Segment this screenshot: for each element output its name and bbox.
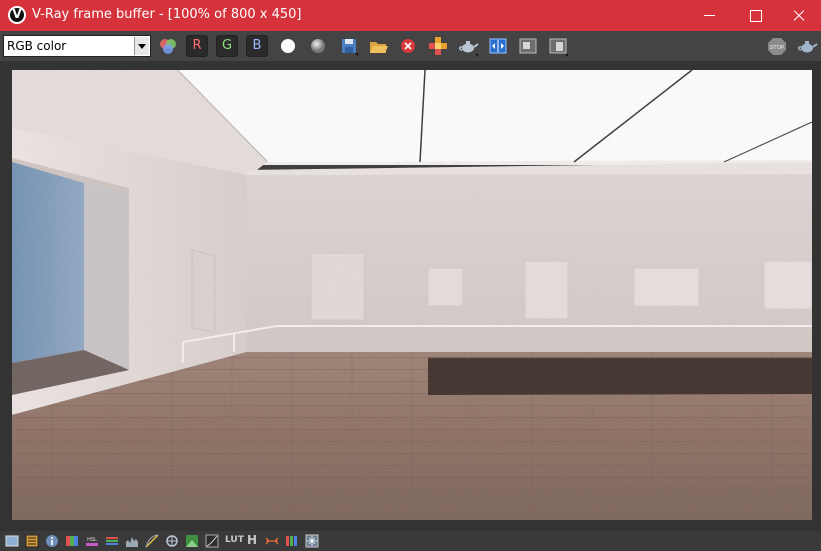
color-correction-icon[interactable] <box>5 534 19 548</box>
teapot-region-icon[interactable] <box>457 35 479 57</box>
white-dot-icon[interactable] <box>277 35 299 57</box>
rendered-image <box>12 70 812 520</box>
teapot-render-icon[interactable] <box>796 35 818 57</box>
vray-logo-icon <box>8 6 26 24</box>
image-icon[interactable] <box>205 534 219 548</box>
svg-text:STOP: STOP <box>770 45 785 51</box>
clear-image-icon[interactable] <box>397 35 419 57</box>
color-channels-icon[interactable] <box>157 35 179 57</box>
close-button[interactable] <box>776 0 821 31</box>
green-channel-button[interactable]: G <box>216 35 238 57</box>
svg-text:HSL: HSL <box>87 537 97 543</box>
render-viewport[interactable] <box>0 61 821 531</box>
display-options-icon[interactable] <box>25 534 39 548</box>
info-icon[interactable] <box>45 534 59 548</box>
open-folder-icon[interactable] <box>367 35 389 57</box>
layers-icon[interactable] <box>547 35 569 57</box>
window-title: V-Ray frame buffer - [100% of 800 x 450] <box>32 7 302 22</box>
exposure-icon[interactable] <box>165 534 179 548</box>
h-label[interactable]: H <box>247 533 257 547</box>
hsl-icon[interactable]: HSL <box>85 534 99 548</box>
chevron-down-icon[interactable] <box>134 37 149 55</box>
history-icon[interactable] <box>517 35 539 57</box>
channel-select-value: RGB color <box>7 39 67 53</box>
lens-effects-icon[interactable] <box>185 534 199 548</box>
save-icon[interactable] <box>338 35 360 57</box>
stereo-icon[interactable] <box>265 534 279 548</box>
channels-icon[interactable] <box>105 534 119 548</box>
red-channel-button[interactable]: R <box>186 35 208 57</box>
maximize-button[interactable] <box>732 0 778 31</box>
toolbar: RGB color R G B STOP <box>0 31 821 61</box>
compare-icon[interactable] <box>487 35 509 57</box>
settings-icon[interactable] <box>305 534 319 548</box>
ocio-icon[interactable] <box>285 534 299 548</box>
mono-dot-icon[interactable] <box>307 35 329 57</box>
histogram-icon[interactable] <box>125 534 139 548</box>
status-bar: HSL LUT H <box>0 531 821 551</box>
channel-select[interactable]: RGB color <box>3 35 151 57</box>
track-mouse-icon[interactable] <box>427 35 449 57</box>
minimize-button[interactable] <box>686 0 732 31</box>
curves-icon[interactable] <box>145 534 159 548</box>
levels-icon[interactable] <box>65 534 79 548</box>
title-bar: V-Ray frame buffer - [100% of 800 x 450] <box>0 0 821 31</box>
stop-render-icon[interactable]: STOP <box>766 35 788 57</box>
blue-channel-button[interactable]: B <box>246 35 268 57</box>
lut-label[interactable]: LUT <box>225 535 244 545</box>
